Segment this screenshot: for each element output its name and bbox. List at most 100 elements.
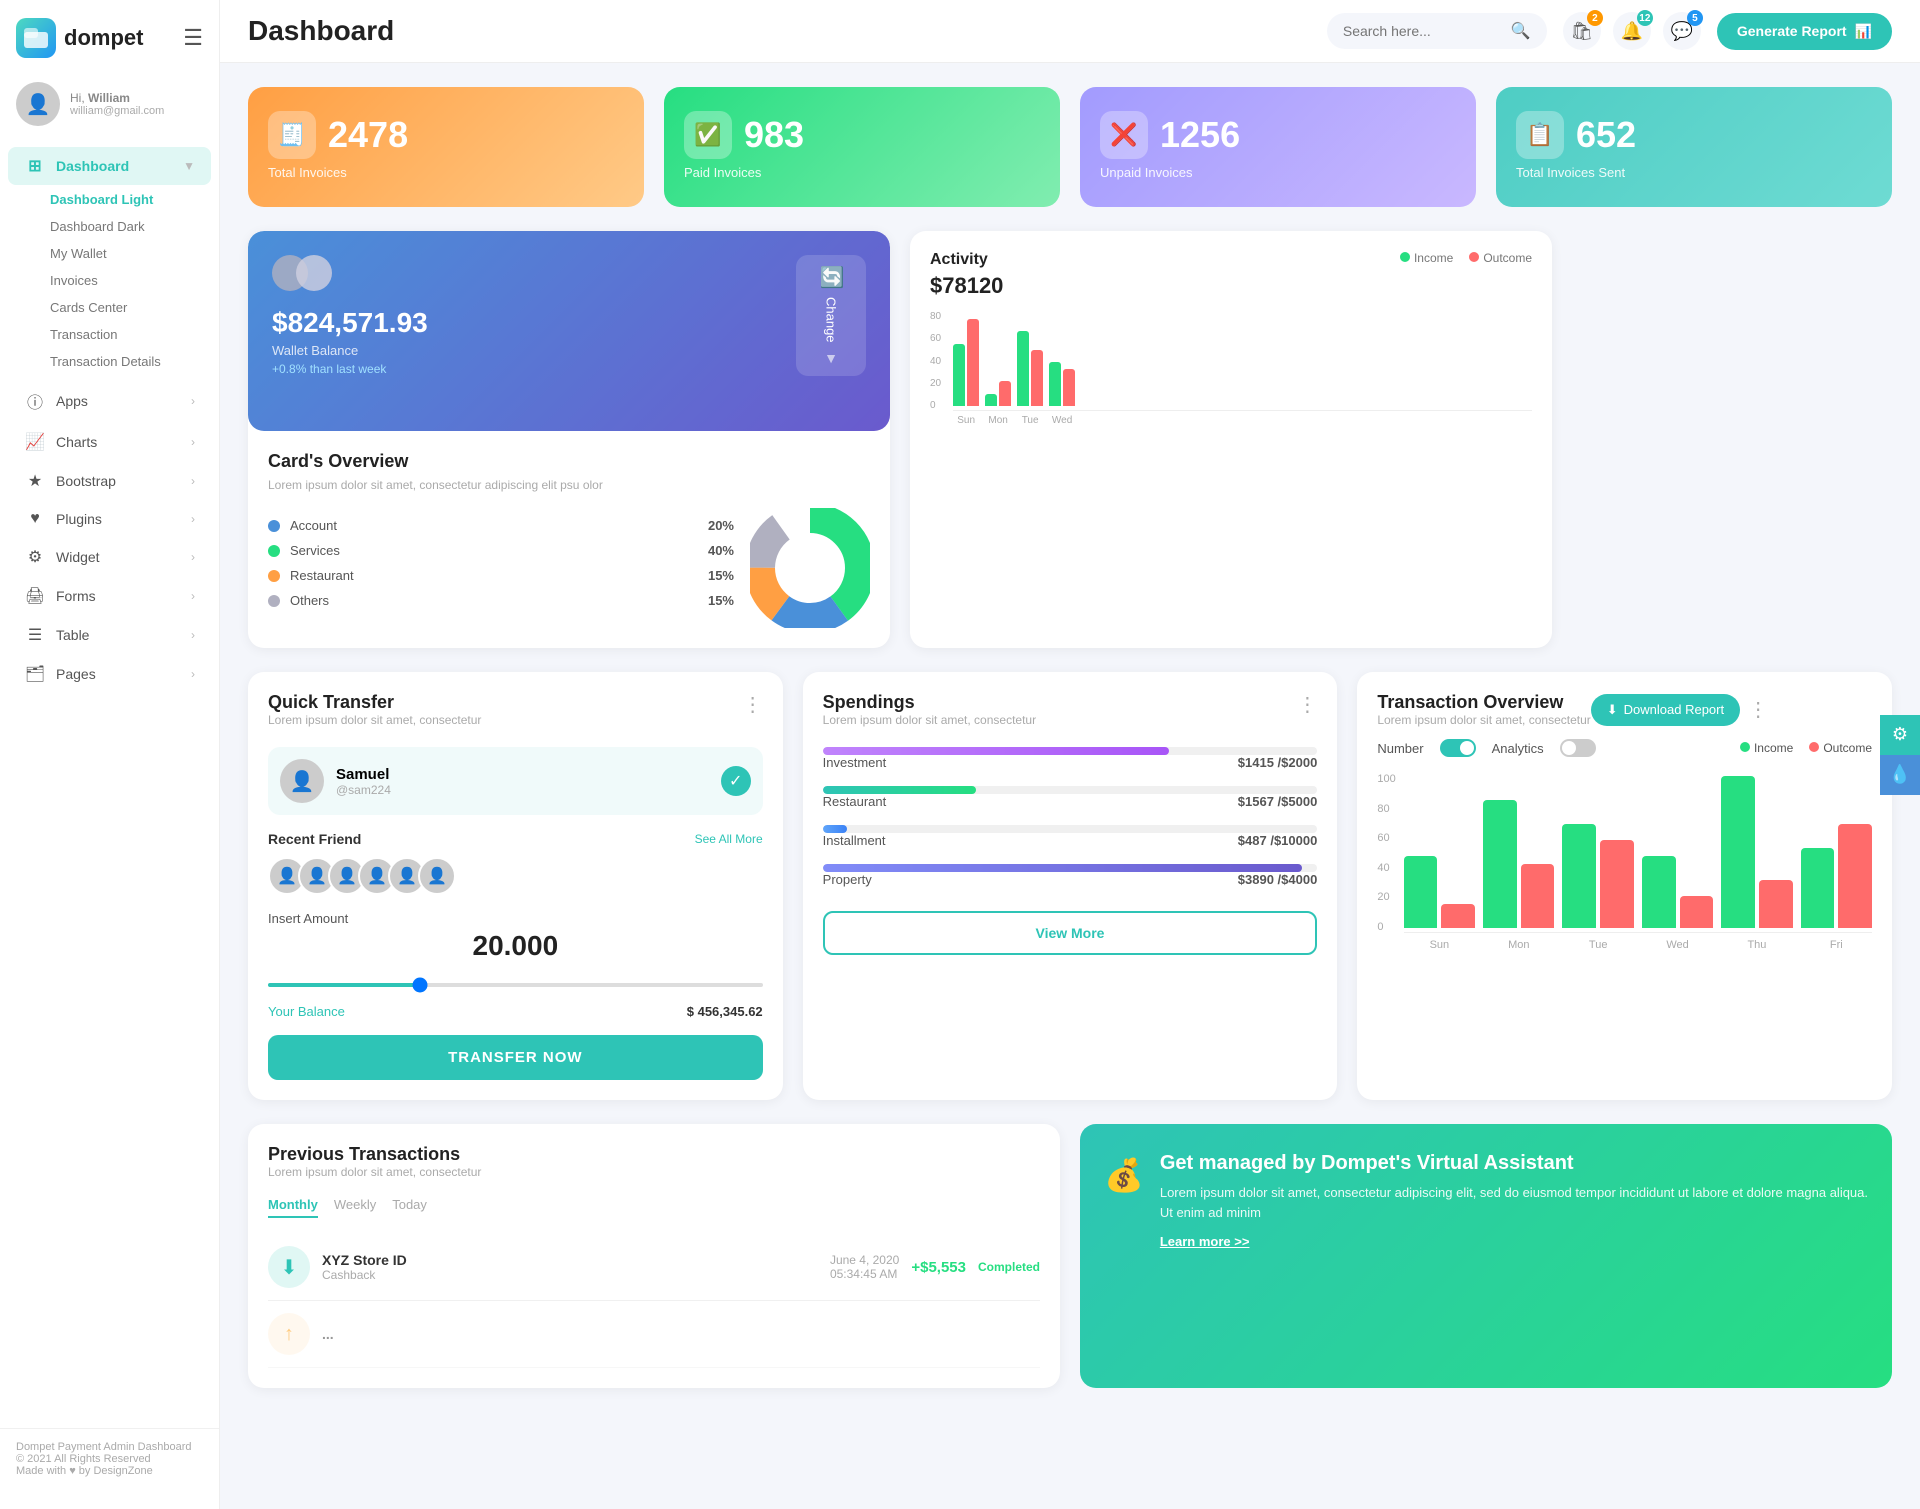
logo-area: dompet ☰ <box>0 0 219 70</box>
generate-report-button[interactable]: Generate Report 📊 <box>1717 13 1892 50</box>
analytics-toggle[interactable] <box>1560 739 1596 757</box>
bar-tue-outcome <box>1031 350 1043 406</box>
bar-tue-income <box>1017 331 1029 406</box>
wallet-change-btn[interactable]: 🔄 Change ▼ <box>796 255 866 376</box>
stat-total-invoices: 🧾 2478 Total Invoices <box>248 87 644 207</box>
messages-icon-btn[interactable]: 💬 5 <box>1663 12 1701 50</box>
big-bar-sun-income <box>1404 856 1438 928</box>
submenu-item-my-wallet[interactable]: My Wallet <box>42 240 219 267</box>
amount-display: 20.000 <box>268 930 763 962</box>
right-fab-buttons: ⚙ 💧 <box>1880 715 1920 795</box>
income-legend: Income <box>1400 251 1453 265</box>
virtual-assistant-banner: 💰 Get managed by Dompet's Virtual Assist… <box>1080 1124 1892 1388</box>
pt-header: Previous Transactions Lorem ipsum dolor … <box>268 1144 1040 1191</box>
content-area: 🧾 2478 Total Invoices ✅ 983 Paid Invoice… <box>220 63 1920 1412</box>
shopping-icon-btn[interactable]: 🛍 2 <box>1563 12 1601 50</box>
sidebar-item-bootstrap[interactable]: ★ Bootstrap › <box>8 462 211 500</box>
pt-title: Previous Transactions <box>268 1144 481 1165</box>
big-bar-tue <box>1562 824 1633 928</box>
submenu-item-dashboard-dark[interactable]: Dashboard Dark <box>42 213 219 240</box>
pt-tab-weekly[interactable]: Weekly <box>334 1197 376 1218</box>
big-bar-mon-income <box>1483 800 1517 928</box>
sidebar-item-widget[interactable]: ⚙ Widget › <box>8 538 211 576</box>
sidebar-item-pages[interactable]: 🗂 Pages › <box>8 655 211 693</box>
pt-tab-monthly[interactable]: Monthly <box>268 1197 318 1218</box>
spending-installment: Installment $487 /$10000 <box>823 825 1318 848</box>
activity-chart-container: 80 60 40 20 0 <box>930 311 1532 426</box>
bootstrap-icon: ★ <box>24 471 46 491</box>
sidebar-item-charts[interactable]: 📈 Charts › <box>8 423 211 461</box>
widget-label: Widget <box>56 549 100 565</box>
quick-transfer-card: Quick Transfer Lorem ipsum dolor sit ame… <box>248 672 783 1100</box>
submenu-item-cards-center[interactable]: Cards Center <box>42 294 219 321</box>
search-input[interactable] <box>1343 23 1503 39</box>
trans-overview-subtitle: Lorem ipsum dolor sit amet, consectetur <box>1377 713 1590 727</box>
total-sent-icon: 📋 <box>1516 111 1564 159</box>
pages-icon: 🗂 <box>24 664 46 684</box>
activity-title: Activity <box>930 251 1003 269</box>
sidebar-item-apps[interactable]: ⓘ Apps › <box>8 380 211 422</box>
total-sent-value: 652 <box>1576 114 1636 156</box>
balance-row: Your Balance $ 456,345.62 <box>268 1004 763 1019</box>
overview-services: Services 40% <box>268 543 734 558</box>
sidebar-item-forms[interactable]: 🖨 Forms › <box>8 577 211 615</box>
trans-icon-cashback: ⬇ <box>268 1246 310 1288</box>
pt-subtitle: Lorem ipsum dolor sit amet, consectetur <box>268 1165 481 1179</box>
header-icons: 🛍 2 🔔 12 💬 5 <box>1563 12 1701 50</box>
view-more-button[interactable]: View More <box>823 911 1318 955</box>
overview-others: Others 15% <box>268 593 734 608</box>
amount-slider[interactable] <box>268 983 763 987</box>
va-title: Get managed by Dompet's Virtual Assistan… <box>1160 1152 1868 1175</box>
more-options-icon[interactable]: ⋮ <box>743 692 763 717</box>
wallet-amount: $824,571.93 <box>272 307 784 339</box>
friend-6[interactable]: 👤 <box>418 857 456 895</box>
settings-fab[interactable]: ⚙ <box>1880 715 1920 755</box>
bootstrap-arrow: › <box>191 474 195 488</box>
investment-bar-bg <box>823 747 1318 755</box>
spendings-more-icon[interactable]: ⋮ <box>1297 692 1317 717</box>
person-details: Samuel @sam224 <box>336 766 391 797</box>
charts-arrow: › <box>191 435 195 449</box>
user-greeting: Hi, William <box>70 91 164 105</box>
property-header: Property $3890 /$4000 <box>823 872 1318 887</box>
sidebar-item-plugins[interactable]: ♥ Plugins › <box>8 501 211 537</box>
notifications-icon-btn[interactable]: 🔔 12 <box>1613 12 1651 50</box>
transfer-now-button[interactable]: TRANSFER NOW <box>268 1035 763 1080</box>
download-report-button[interactable]: ⬇ Download Report <box>1591 694 1740 726</box>
logo-icon <box>16 18 56 58</box>
submenu-item-transaction-details[interactable]: Transaction Details <box>42 348 219 375</box>
spending-investment: Investment $1415 /$2000 <box>823 747 1318 770</box>
your-balance-value: $ 456,345.62 <box>687 1004 763 1019</box>
big-bar-fri-income <box>1801 848 1835 928</box>
submenu-item-dashboard-light[interactable]: Dashboard Light <box>42 186 219 213</box>
apps-label: Apps <box>56 393 88 409</box>
big-bar-mon-outcome <box>1521 864 1555 928</box>
sidebar-item-dashboard[interactable]: ⊞ Dashboard ▼ <box>8 147 211 185</box>
hamburger-menu[interactable]: ☰ <box>183 25 203 51</box>
search-bar[interactable]: 🔍 <box>1327 13 1547 49</box>
submenu-item-invoices[interactable]: Invoices <box>42 267 219 294</box>
submenu-item-transaction[interactable]: Transaction <box>42 321 219 348</box>
water-fab[interactable]: 💧 <box>1880 755 1920 795</box>
va-icon: 💰 <box>1104 1156 1144 1194</box>
big-bar-tue-outcome <box>1600 840 1634 928</box>
va-learn-more[interactable]: Learn more >> <box>1160 1234 1868 1249</box>
activity-amount: $78120 <box>930 273 1003 299</box>
pt-tabs: Monthly Weekly Today <box>268 1197 1040 1218</box>
sidebar-item-table[interactable]: ☰ Table › <box>8 616 211 654</box>
see-all-link[interactable]: See All More <box>695 832 763 846</box>
number-toggle-label: Number <box>1377 741 1423 756</box>
wallet-cards-section: $824,571.93 Wallet Balance +0.8% than la… <box>248 231 890 648</box>
pt-tab-today[interactable]: Today <box>392 1197 427 1218</box>
recent-friends-header: Recent Friend See All More <box>268 831 763 847</box>
stat-unpaid-invoices: ❌ 1256 Unpaid Invoices <box>1080 87 1476 207</box>
trans-more-icon[interactable]: ⋮ <box>1748 697 1768 722</box>
trans-legend: Income Outcome <box>1740 741 1872 755</box>
quick-transfer-title: Quick Transfer <box>268 692 481 713</box>
trans-income-dot <box>1740 742 1750 752</box>
number-toggle[interactable] <box>1440 739 1476 757</box>
trans-income-legend: Income <box>1740 741 1793 755</box>
activity-chart: Sun Mon Tue Wed <box>953 311 1532 426</box>
wallet-circles <box>272 255 784 291</box>
trans-status-xyz: Completed <box>978 1260 1040 1274</box>
